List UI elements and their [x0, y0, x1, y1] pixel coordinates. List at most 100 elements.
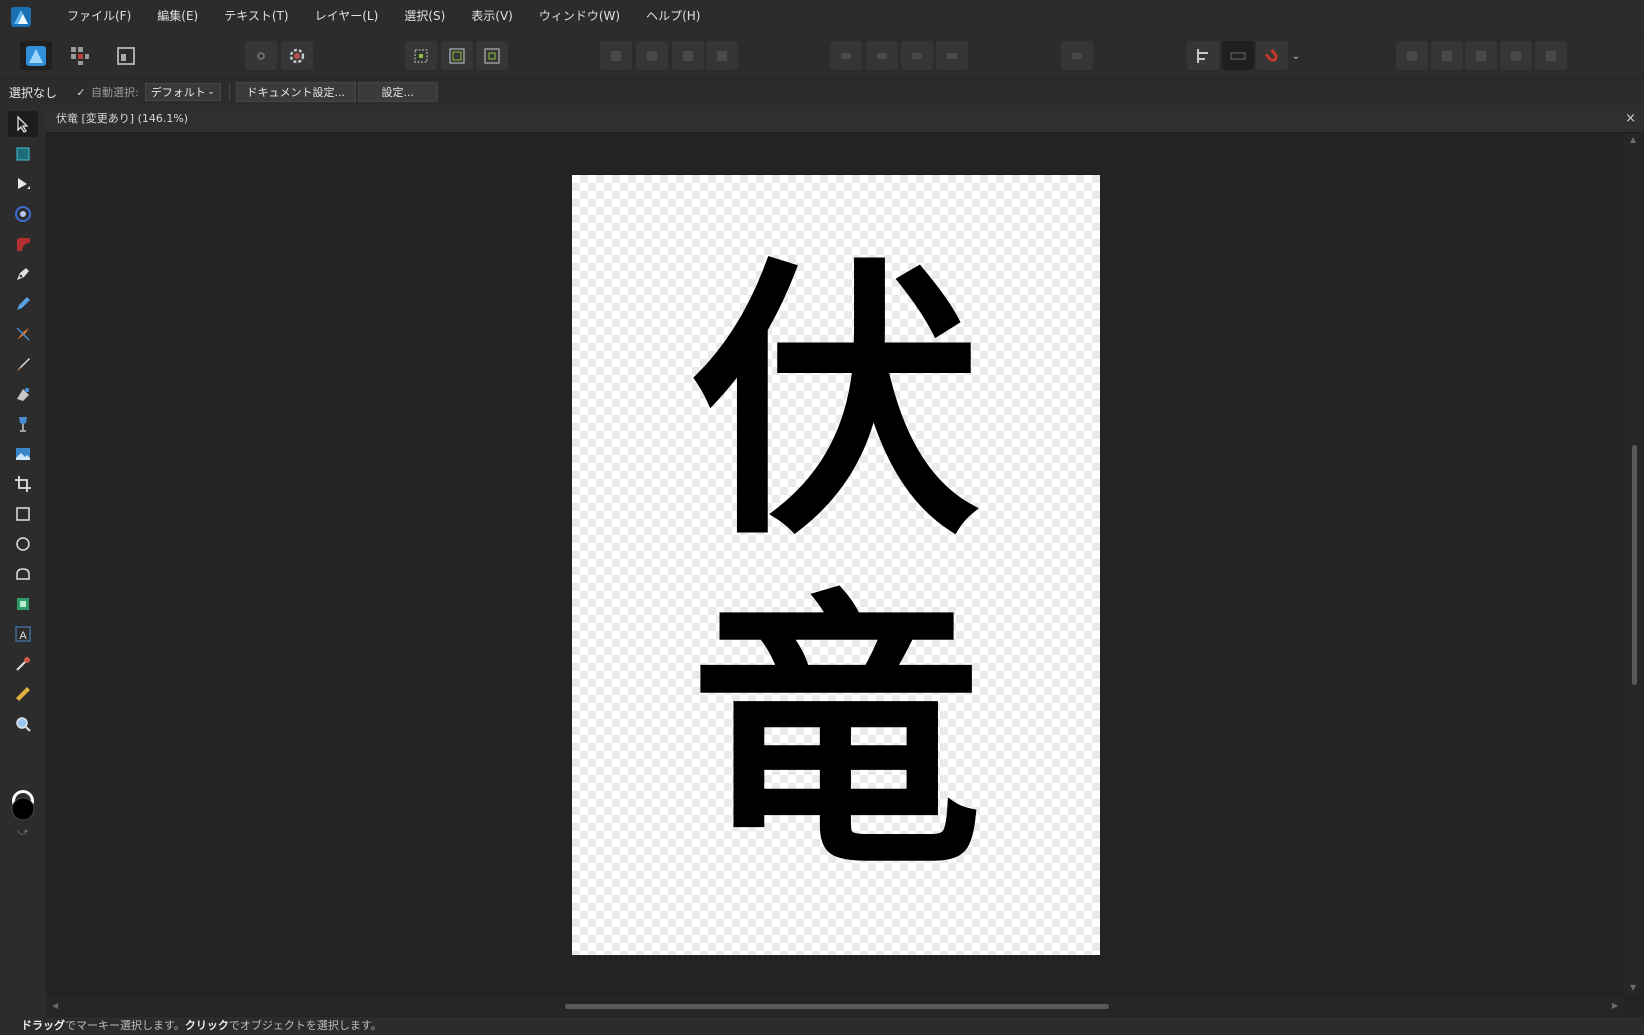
pencil-tool[interactable]: [8, 291, 38, 317]
select-intersect-button[interactable]: [476, 41, 508, 70]
menu-layer[interactable]: レイヤー(L): [302, 0, 392, 33]
auto-select-checkbox[interactable]: ✓: [75, 86, 87, 99]
menu-help[interactable]: ヘルプ(H): [633, 0, 713, 33]
document-tab[interactable]: 伏竜 [変更あり] (146.1%) ×: [46, 105, 1644, 133]
pen-tool[interactable]: [8, 261, 38, 287]
corner-icon: [17, 238, 30, 251]
artboard-tool[interactable]: [8, 141, 38, 167]
menu-edit[interactable]: 編集(E): [144, 0, 211, 33]
svg-text:A: A: [19, 630, 27, 642]
pixel-persona-button[interactable]: [64, 41, 96, 70]
color-swatches[interactable]: [8, 787, 38, 827]
scroll-up-icon[interactable]: ▲: [1630, 135, 1636, 144]
arrange-button-2[interactable]: [636, 41, 668, 70]
snap-settings-button[interactable]: [1187, 41, 1219, 70]
snapping-options-button[interactable]: [1222, 41, 1254, 70]
transform-button-4[interactable]: [936, 41, 968, 70]
document-setup-button[interactable]: ドキュメント設定...: [235, 82, 356, 102]
close-icon[interactable]: ×: [1625, 105, 1636, 132]
snapping-toggle-button[interactable]: [1256, 41, 1288, 70]
contour-icon: [15, 206, 31, 222]
flip-vertical-icon: [877, 52, 887, 59]
toggle-button-1[interactable]: [245, 41, 277, 70]
gear-icon: [289, 48, 305, 63]
transparency-tool[interactable]: [8, 411, 38, 437]
select-intersect-icon: [484, 48, 500, 63]
node-tool[interactable]: [8, 171, 38, 197]
boolean-divide-button[interactable]: [1535, 41, 1567, 70]
menu-file[interactable]: ファイル(F): [54, 0, 144, 33]
status-drag-keyword: ドラッグ: [21, 1019, 65, 1032]
transform-button-1[interactable]: [830, 41, 862, 70]
paint-brush-tool[interactable]: [8, 351, 38, 377]
snapping-dropdown-chevron-icon[interactable]: ⌄: [1290, 46, 1302, 66]
ellipse-tool[interactable]: [8, 531, 38, 557]
status-click-text: でオブジェクトを選択します。: [228, 1019, 382, 1032]
transform-button-3[interactable]: [901, 41, 933, 70]
scroll-right-icon[interactable]: ▶: [1612, 1001, 1618, 1010]
circle-small-icon: [257, 51, 265, 60]
artistic-text-tool[interactable]: A: [8, 621, 38, 647]
export-persona-icon: [117, 46, 135, 65]
place-image-tool[interactable]: [8, 441, 38, 467]
rounded-shape-icon: [16, 568, 30, 580]
settings-dialog-button[interactable]: 設定...: [357, 82, 438, 102]
vertical-scroll-thumb[interactable]: [1632, 445, 1637, 685]
boolean-subtract-icon: [1442, 50, 1452, 61]
move-tool[interactable]: [8, 111, 38, 137]
menu-select[interactable]: 選択(S): [391, 0, 458, 33]
zoom-tool[interactable]: [8, 711, 38, 737]
boolean-subtract-button[interactable]: [1431, 41, 1463, 70]
node-arrow-icon: [18, 178, 30, 189]
text-icon: A: [15, 626, 31, 642]
status-click-keyword: クリック: [184, 1019, 229, 1032]
menu-text[interactable]: テキスト(T): [211, 0, 301, 33]
fill-tool[interactable]: [8, 381, 38, 407]
menu-view[interactable]: 表示(V): [458, 0, 526, 33]
insert-target-icon: [1072, 52, 1082, 59]
scroll-down-icon[interactable]: ▼: [1630, 983, 1636, 992]
wine-glass-icon: [19, 417, 27, 432]
calligraphy-char-1: 伏: [691, 234, 981, 574]
corner-tool[interactable]: [8, 231, 38, 257]
color-picker-tool[interactable]: [8, 651, 38, 677]
rounded-rectangle-tool[interactable]: [8, 561, 38, 587]
insert-target-button[interactable]: [1061, 41, 1093, 70]
contour-tool[interactable]: [8, 201, 38, 227]
magnet-icon: [1264, 48, 1278, 62]
artboard[interactable]: 伏 竜: [572, 175, 1100, 955]
select-all-button[interactable]: [405, 41, 437, 70]
arrange-button-4[interactable]: [706, 41, 738, 70]
auto-select-dropdown[interactable]: デフォルト ⌄: [144, 83, 221, 101]
affinity-designer-logo-icon[interactable]: [10, 6, 32, 28]
horizontal-scrollbar[interactable]: ◀ ▶: [46, 996, 1624, 1016]
vertical-scrollbar[interactable]: ▲ ▼: [1624, 133, 1644, 996]
flip-horizontal-icon: [841, 52, 851, 59]
image-icon: [16, 448, 30, 460]
artboard-icon: [16, 147, 30, 161]
measure-tool[interactable]: [8, 681, 38, 707]
boolean-xor-button[interactable]: [1500, 41, 1532, 70]
swap-colors-icon[interactable]: ⤻: [14, 827, 32, 839]
frame-text-tool[interactable]: [8, 591, 38, 617]
vector-brush-tool[interactable]: [8, 321, 38, 347]
menu-window[interactable]: ウィンドウ(W): [526, 0, 633, 33]
scroll-left-icon[interactable]: ◀: [52, 1001, 58, 1010]
select-inside-button[interactable]: [441, 41, 473, 70]
boolean-add-button[interactable]: [1396, 41, 1428, 70]
boolean-add-icon: [1407, 50, 1417, 61]
arrange-button-3[interactable]: [672, 41, 704, 70]
export-persona-button[interactable]: [110, 41, 142, 70]
status-bar: ドラッグでマーキー選択します。クリックでオブジェクトを選択します。: [0, 1017, 1644, 1035]
settings-button[interactable]: [281, 41, 313, 70]
arrange-button-1[interactable]: [600, 41, 632, 70]
canvas-area[interactable]: 伏 竜: [46, 133, 1624, 996]
rectangle-tool[interactable]: [8, 501, 38, 527]
boolean-divide-icon: [1546, 50, 1556, 61]
designer-persona-button[interactable]: [20, 41, 52, 70]
boolean-intersect-button[interactable]: [1465, 41, 1497, 70]
eyedropper-icon: [16, 657, 30, 671]
crop-tool[interactable]: [8, 471, 38, 497]
horizontal-scroll-thumb[interactable]: [565, 1004, 1109, 1009]
transform-button-2[interactable]: [866, 41, 898, 70]
